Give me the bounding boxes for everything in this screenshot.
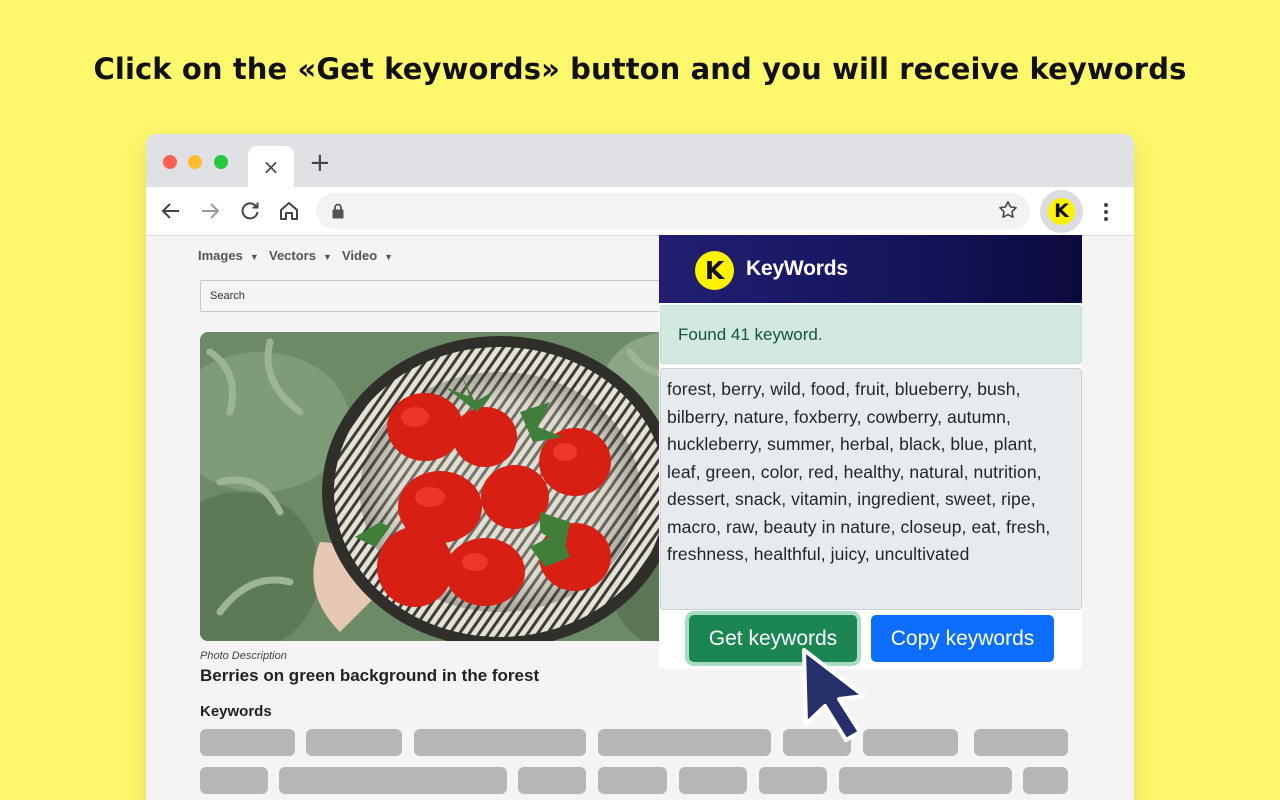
new-tab-icon[interactable]: + [309, 150, 331, 176]
status-alert: Found 41 keyword. [660, 305, 1082, 364]
caret-down-icon: ▼ [384, 251, 394, 262]
tab-close-icon[interactable]: × [248, 155, 294, 179]
menu-images[interactable]: Images ▼ [198, 248, 259, 263]
keyword-tag-placeholder [679, 767, 747, 794]
extension-button[interactable]: K [1040, 190, 1083, 233]
maximize-window-button[interactable] [214, 155, 228, 169]
home-icon[interactable] [277, 199, 301, 223]
reload-icon[interactable] [238, 199, 262, 223]
keyword-tag-placeholder [598, 767, 667, 794]
search-input[interactable]: Search [200, 280, 720, 312]
keyword-tag-placeholder [414, 729, 586, 756]
active-tab[interactable]: × [248, 146, 294, 187]
popup-brand-name: KeyWords [746, 257, 848, 280]
back-arrow-icon[interactable] [159, 199, 183, 223]
photo-caption: Photo Description [200, 650, 287, 662]
strawberry-photo [200, 332, 720, 641]
extension-icon: K [1048, 198, 1075, 225]
keywords-textarea[interactable]: forest, berry, wild, food, fruit, bluebe… [660, 368, 1082, 610]
keywords-heading: Keywords [200, 703, 272, 720]
mouse-pointer-icon [802, 648, 866, 742]
keyword-tag-placeholder [306, 729, 402, 756]
menu-vectors[interactable]: Vectors ▼ [269, 248, 332, 263]
keyword-tag-placeholder [598, 729, 771, 756]
keyword-tag-placeholder [200, 729, 295, 756]
forward-arrow-icon[interactable] [198, 199, 222, 223]
keywords-extension-popup: K KeyWords Found 41 keyword. forest, ber… [659, 235, 1082, 669]
keyword-tag-placeholder [839, 767, 1012, 794]
keyword-tag-placeholder [200, 767, 268, 794]
status-text: Found 41 keyword. [678, 325, 823, 344]
keyword-tag-placeholder [974, 729, 1068, 756]
keywords-logo-icon: K [695, 251, 734, 290]
minimize-window-button[interactable] [188, 155, 202, 169]
bookmark-star-icon[interactable] [997, 199, 1019, 221]
keyword-tag-placeholder [759, 767, 827, 794]
browser-toolbar: K [146, 187, 1134, 236]
keyword-tag-placeholder [1023, 767, 1068, 794]
caret-down-icon: ▼ [322, 251, 332, 262]
keyword-tag-placeholder [279, 767, 507, 794]
close-window-button[interactable] [163, 155, 177, 169]
copy-keywords-button[interactable]: Copy keywords [871, 615, 1054, 662]
lock-icon [332, 203, 344, 219]
caret-down-icon: ▼ [249, 251, 259, 262]
address-bar[interactable] [316, 193, 1030, 229]
photo-title: Berries on green background in the fores… [200, 666, 540, 685]
menu-video[interactable]: Video ▼ [342, 248, 393, 263]
kebab-menu-icon[interactable] [1102, 201, 1110, 223]
headline: Click on the «Get keywords» button and y… [93, 52, 1187, 86]
tab-bar: × + [146, 134, 1134, 187]
keyword-tag-placeholder [518, 767, 586, 794]
popup-header: K KeyWords [659, 235, 1082, 303]
keyword-tag-placeholder [863, 729, 958, 756]
